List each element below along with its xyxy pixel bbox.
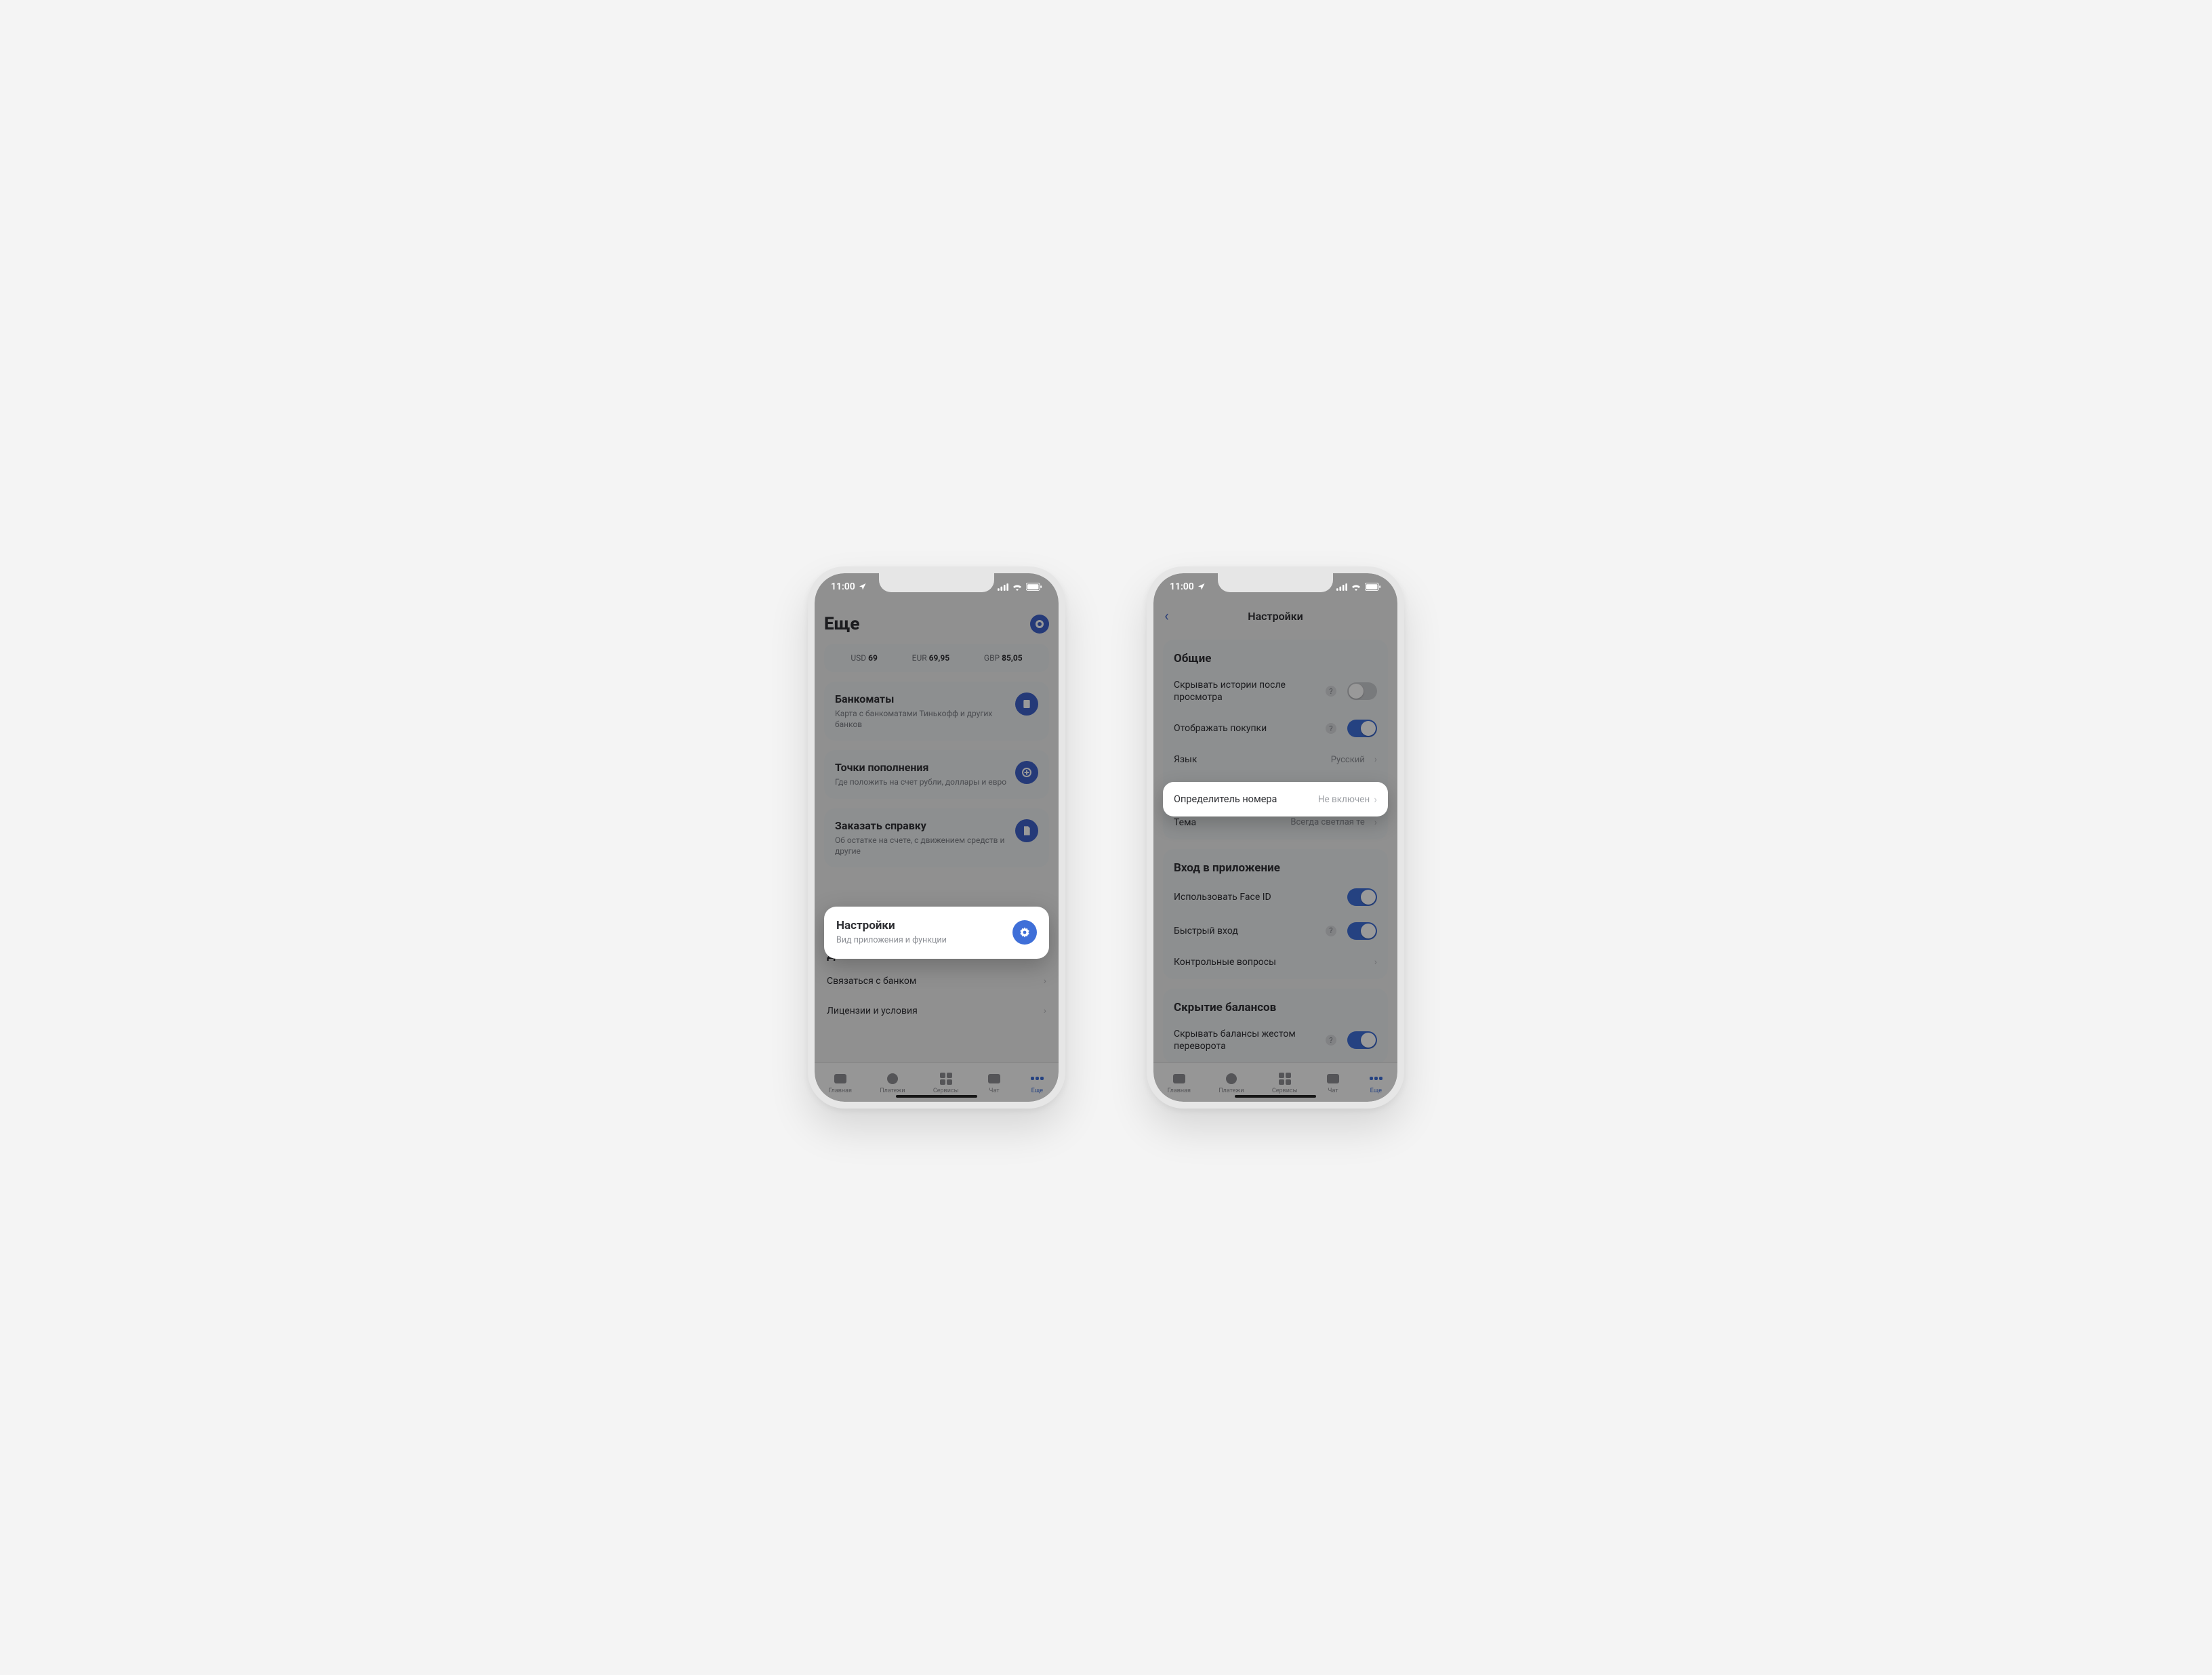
setting-language[interactable]: Язык Русский › — [1163, 745, 1388, 774]
setting-hide-balance-gesture[interactable]: Скрывать балансы жестом переворота ? — [1163, 1020, 1388, 1060]
profile-avatar[interactable] — [1030, 615, 1049, 634]
card-topup[interactable]: Точки пополнения Где положить на счет ру… — [824, 750, 1049, 798]
setting-security-questions-label: Контрольные вопросы — [1174, 956, 1365, 968]
tab-chat[interactable]: Чат — [1326, 1071, 1340, 1094]
card-settings-title: Настройки — [836, 919, 1004, 932]
status-time: 11:00 — [831, 581, 855, 592]
setting-language-label: Язык — [1174, 753, 1324, 766]
device-notch — [1218, 573, 1333, 592]
tab-home[interactable]: Главная — [1168, 1071, 1191, 1094]
setting-fast-login[interactable]: Быстрый вход ? — [1163, 914, 1388, 948]
row-licenses[interactable]: Лицензии и условия › — [824, 996, 1049, 1026]
switch-show-purchases[interactable] — [1347, 720, 1377, 737]
plus-circle-icon — [1015, 761, 1038, 784]
back-button[interactable]: ‹ — [1164, 608, 1169, 625]
tab-services[interactable]: Сервисы — [933, 1071, 959, 1094]
battery-icon — [1365, 583, 1381, 591]
nav-title: Настройки — [1248, 610, 1303, 623]
group-login-heading: Вход в приложение — [1163, 852, 1388, 880]
card-cert-sub: Об остатке на счете, с движением средств… — [835, 835, 1007, 856]
switch-hide-stories[interactable] — [1347, 682, 1377, 700]
setting-face-id[interactable]: Использовать Face ID — [1163, 880, 1388, 914]
row-contact-bank-label: Связаться с банком — [827, 976, 916, 987]
rate-gbp: GBP 85,05 — [984, 653, 1023, 663]
home-indicator[interactable] — [896, 1095, 977, 1098]
setting-caller-id-value: Не включен — [1318, 794, 1370, 805]
setting-language-value: Русский — [1331, 755, 1365, 765]
group-general-heading: Общие — [1163, 642, 1388, 671]
card-topup-title: Точки пополнения — [835, 761, 1007, 774]
help-icon[interactable]: ? — [1326, 926, 1336, 936]
setting-theme-value: Всегда светлая те — [1290, 817, 1364, 827]
chevron-right-icon: › — [1044, 1006, 1046, 1016]
setting-face-id-label: Использовать Face ID — [1174, 891, 1340, 903]
card-settings[interactable]: Настройки Вид приложения и функции — [824, 907, 1049, 959]
tab-services[interactable]: Сервисы — [1272, 1071, 1298, 1094]
setting-caller-id-label: Определитель номера — [1174, 793, 1277, 805]
location-icon — [859, 583, 867, 591]
setting-hide-stories-label: Скрывать истории после просмотра — [1174, 679, 1319, 703]
rate-eur: EUR 69,95 — [912, 653, 949, 663]
setting-show-purchases-label: Отображать покупки — [1174, 722, 1319, 735]
setting-theme-label: Тема — [1174, 816, 1284, 829]
document-icon — [1015, 819, 1038, 842]
wifi-icon — [1351, 583, 1361, 591]
switch-fast-login[interactable] — [1347, 922, 1377, 940]
help-icon[interactable]: ? — [1326, 723, 1336, 734]
currency-rates-card[interactable]: USD 69 EUR 69,95 GBP 85,05 — [824, 644, 1049, 672]
group-balances-heading: Скрытие балансов — [1163, 991, 1388, 1020]
chevron-right-icon: › — [1374, 793, 1377, 806]
switch-hide-balance-gesture[interactable] — [1347, 1031, 1377, 1049]
setting-hide-stories[interactable]: Скрывать истории после просмотра ? — [1163, 671, 1388, 711]
rate-usd: USD 69 — [851, 653, 878, 663]
help-icon[interactable]: ? — [1326, 1035, 1336, 1046]
card-settings-sub: Вид приложения и функции — [836, 935, 1004, 947]
location-icon — [1197, 583, 1206, 591]
group-login: Вход в приложение Использовать Face ID Б… — [1163, 849, 1388, 979]
setting-hide-balance-gesture-label: Скрывать балансы жестом переворота — [1174, 1028, 1319, 1052]
tab-chat[interactable]: Чат — [987, 1071, 1002, 1094]
tab-payments[interactable]: Платежи — [880, 1071, 905, 1094]
setting-fast-login-label: Быстрый вход — [1174, 925, 1319, 937]
setting-caller-id[interactable]: Определитель номера Не включен › — [1163, 782, 1388, 816]
card-atms-sub: Карта с банкоматами Тинькофф и других ба… — [835, 708, 1007, 730]
setting-security-questions[interactable]: Контрольные вопросы › — [1163, 948, 1388, 976]
row-contact-bank[interactable]: Связаться с банком › — [824, 966, 1049, 996]
switch-face-id[interactable] — [1347, 888, 1377, 906]
gear-icon — [1012, 920, 1037, 945]
chevron-right-icon: › — [1374, 754, 1377, 765]
tab-home[interactable]: Главная — [829, 1071, 852, 1094]
tab-more[interactable]: Еще — [1029, 1071, 1044, 1094]
cellular-icon — [998, 583, 1008, 591]
status-time: 11:00 — [1170, 581, 1194, 592]
card-atms[interactable]: Банкоматы Карта с банкоматами Тинькофф и… — [824, 682, 1049, 741]
group-balances: Скрытие балансов Скрывать балансы жестом… — [1163, 989, 1388, 1062]
help-icon[interactable]: ? — [1326, 686, 1336, 697]
tab-more[interactable]: Еще — [1368, 1071, 1383, 1094]
row-licenses-label: Лицензии и условия — [827, 1006, 918, 1016]
home-indicator[interactable] — [1235, 1095, 1316, 1098]
cellular-icon — [1336, 583, 1347, 591]
phone-settings-screen: 11:00 ‹ Настройки Общие Скрывать — [1147, 566, 1404, 1109]
tab-payments[interactable]: Платежи — [1218, 1071, 1244, 1094]
setting-show-purchases[interactable]: Отображать покупки ? — [1163, 711, 1388, 745]
atm-icon — [1015, 692, 1038, 716]
battery-icon — [1026, 583, 1042, 591]
chevron-right-icon: › — [1044, 976, 1046, 987]
card-topup-sub: Где положить на счет рубли, доллары и ев… — [835, 777, 1007, 787]
wifi-icon — [1012, 583, 1023, 591]
chevron-right-icon: › — [1374, 817, 1377, 828]
page-title: Еще — [824, 614, 859, 634]
device-notch — [879, 573, 994, 592]
chevron-right-icon: › — [1374, 957, 1377, 968]
phone-more-screen: 11:00 Еще USD 69 EUR 69,95 GBP 85,0 — [808, 566, 1065, 1109]
card-atms-title: Банкоматы — [835, 692, 1007, 705]
card-cert-title: Заказать справку — [835, 819, 1007, 832]
card-certificate[interactable]: Заказать справку Об остатке на счете, с … — [824, 808, 1049, 867]
